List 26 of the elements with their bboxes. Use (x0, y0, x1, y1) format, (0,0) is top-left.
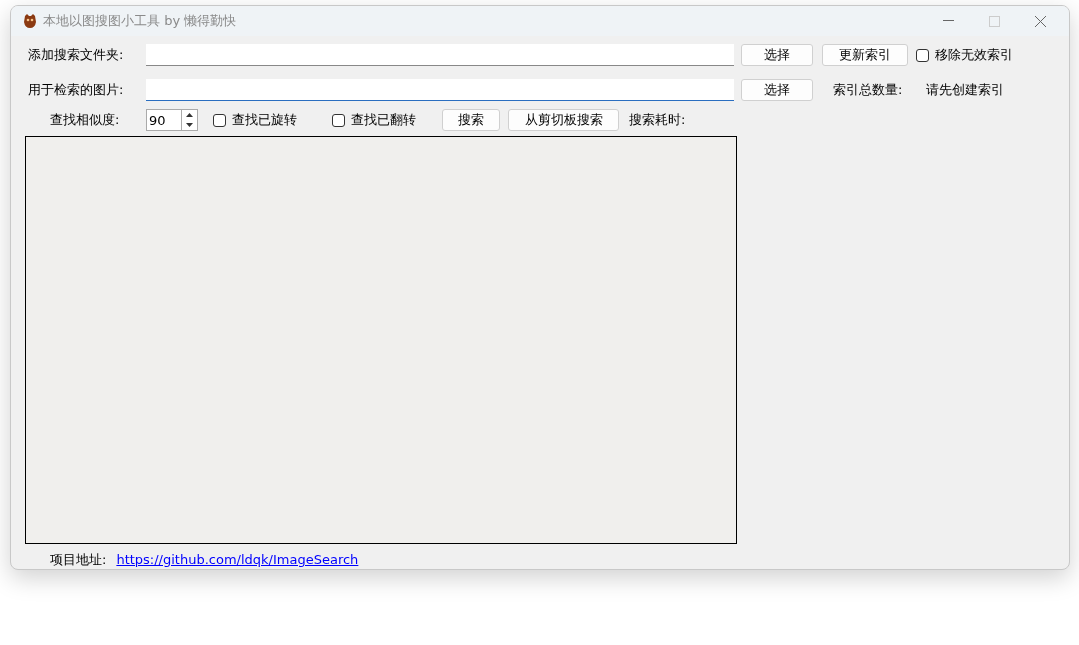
clipboard-search-button[interactable]: 从剪切板搜索 (508, 109, 619, 131)
window-title: 本地以图搜图小工具 by 懒得勤快 (43, 12, 237, 31)
app-icon (23, 13, 37, 29)
checkbox[interactable] (332, 113, 345, 127)
close-icon[interactable] (1034, 15, 1046, 27)
field-label: 用于检索的图片: (28, 81, 125, 100)
checkbox-label: 查找已旋转 (232, 111, 297, 130)
time-label: 搜索耗时: (629, 111, 686, 130)
count-label: 索引总数量: (833, 81, 903, 100)
checkbox-label: 查找已翻转 (351, 111, 416, 130)
update-index-button[interactable]: 更新索引 (822, 44, 908, 66)
project-link[interactable]: https://github.com/ldqk/ImageSearch (116, 550, 359, 569)
count-value: 请先创建索引 (926, 81, 1005, 100)
checkbox[interactable] (916, 48, 929, 62)
checkbox-label: 移除无效索引 (935, 46, 1013, 65)
select-button[interactable]: 选择 (741, 79, 813, 101)
footer-label: 项目地址: (50, 551, 107, 569)
field-label: 添加搜索文件夹: (28, 46, 125, 65)
search-button[interactable]: 搜索 (442, 109, 500, 131)
minimize-icon[interactable] (942, 20, 954, 22)
select-button[interactable]: 选择 (741, 44, 813, 66)
image-input[interactable] (146, 79, 734, 101)
checkbox[interactable] (213, 113, 226, 127)
field-label: 查找相似度: (50, 111, 121, 130)
folder-input[interactable] (146, 44, 734, 66)
similarity-input[interactable]: 90 (146, 109, 181, 131)
